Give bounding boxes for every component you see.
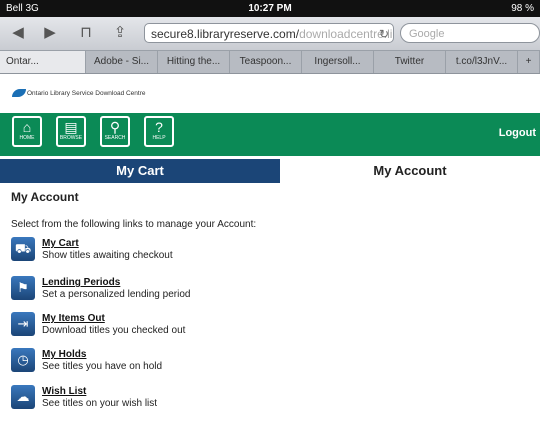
list-item: ☁ Wish List See titles on your wish list (11, 385, 371, 413)
item-description: See titles on your wish list (42, 398, 158, 409)
question-icon: ? (155, 119, 163, 135)
logout-link[interactable]: Logout (499, 127, 536, 139)
tab-1[interactable]: Adobe - Si... (86, 51, 158, 73)
browse-label: BROWSE (59, 135, 83, 141)
magnifier-icon: ⚲ (109, 119, 121, 135)
home-icon: ⌂ (22, 119, 32, 135)
tab-my-cart[interactable]: My Cart (0, 159, 280, 183)
back-icon[interactable]: ◀ (8, 23, 28, 43)
address-bar[interactable]: secure8.libraryreserve.com/downloadcentr… (144, 23, 394, 43)
share-icon[interactable]: ⇪ (110, 23, 130, 43)
tab-0[interactable]: Ontar... (0, 51, 86, 73)
list-item: ⛟ My Cart Show titles awaiting checkout (11, 237, 371, 265)
tab-5[interactable]: Twitter (374, 51, 446, 73)
holds-icon[interactable]: ◷ (11, 348, 35, 372)
item-description: Download titles you checked out (42, 325, 186, 336)
items-out-icon[interactable]: ⇥ (11, 312, 35, 336)
cart-icon[interactable]: ⛟ (11, 237, 35, 261)
reload-icon[interactable]: ↻ (379, 24, 389, 42)
browser-toolbar: ◀ ▶ ⊓ ⇪ secure8.libraryreserve.com/downl… (0, 17, 540, 51)
tab-2[interactable]: Hitting the... (158, 51, 230, 73)
search-label: SEARCH (104, 135, 126, 141)
tab-my-account[interactable]: My Account (280, 159, 540, 183)
my-items-out-link[interactable]: My Items Out (42, 313, 105, 324)
home-label: HOME (19, 135, 35, 141)
help-label: HELP (152, 135, 166, 141)
intro-text: Select from the following links to manag… (11, 219, 257, 230)
tab-6[interactable]: t.co/l3JnV... (446, 51, 518, 73)
item-description: Show titles awaiting checkout (42, 250, 173, 261)
item-description: See titles you have on hold (42, 361, 163, 372)
item-description: Set a personalized lending period (42, 289, 191, 300)
list-item: ⚑ Lending Periods Set a personalized len… (11, 276, 371, 304)
tab-4[interactable]: Ingersoll... (302, 51, 374, 73)
status-bar: Bell 3G 10:27 PM 98 % (0, 0, 540, 17)
account-tabs: My Cart My Account (0, 159, 540, 183)
list-item: ⇥ My Items Out Download titles you check… (11, 312, 371, 340)
list-item: ◷ My Holds See titles you have on hold (11, 348, 371, 376)
forward-icon[interactable]: ▶ (40, 23, 60, 43)
logo-swoosh-icon (12, 89, 26, 98)
page-title: My Account (11, 190, 79, 204)
browse-button[interactable]: ▤ BROWSE (56, 116, 86, 147)
my-holds-link[interactable]: My Holds (42, 349, 86, 360)
lending-icon[interactable]: ⚑ (11, 276, 35, 300)
url-main: secure8.libraryreserve.com/ (151, 27, 300, 41)
battery-level: 98 % (511, 3, 534, 14)
search-input[interactable]: Google (400, 23, 540, 43)
tab-3[interactable]: Teaspoon... (230, 51, 302, 73)
lending-periods-link[interactable]: Lending Periods (42, 277, 120, 288)
wishlist-icon[interactable]: ☁ (11, 385, 35, 409)
tab-bar: Ontar... Adobe - Si... Hitting the... Te… (0, 51, 540, 74)
bookmarks-icon[interactable]: ⊓ (76, 23, 96, 43)
search-button[interactable]: ⚲ SEARCH (100, 116, 130, 147)
wish-list-link[interactable]: Wish List (42, 386, 86, 397)
book-icon: ▤ (64, 119, 78, 135)
logo-text: Ontario Library Service Download Centre (27, 90, 146, 97)
new-tab-button[interactable]: + (518, 51, 540, 73)
help-button[interactable]: ? HELP (144, 116, 174, 147)
site-logo[interactable]: Ontario Library Service Download Centre (12, 86, 146, 102)
home-button[interactable]: ⌂ HOME (12, 116, 42, 147)
my-cart-link[interactable]: My Cart (42, 238, 79, 249)
clock: 10:27 PM (248, 3, 292, 14)
